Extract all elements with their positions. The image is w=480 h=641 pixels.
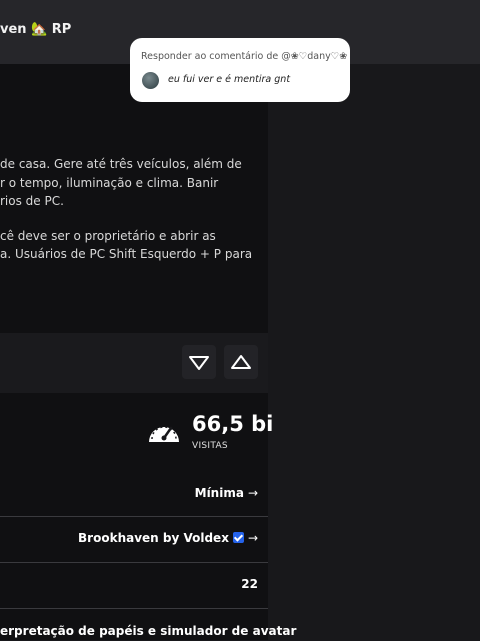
arrow-right-icon: → (247, 486, 258, 500)
visits-label: VISITAS (192, 441, 228, 451)
visits-value: 66,5 bi (192, 412, 274, 436)
maturity-value: Mínima (194, 486, 244, 500)
description-line: rios de PC. (0, 194, 64, 208)
description-line: cê deve ser o proprietário e abrir as (0, 229, 216, 243)
speedometer-icon (149, 426, 179, 442)
genre-value: erpretação de papéis e simulador de avat… (0, 624, 297, 638)
downvote-button[interactable] (182, 345, 216, 379)
side-area (268, 64, 480, 640)
max-players-row: 22 (0, 562, 268, 607)
game-title[interactable]: ven 🏡 RP (0, 22, 71, 37)
verified-badge-icon (232, 532, 244, 543)
upvote-button[interactable] (224, 345, 258, 379)
description-line: de casa. Gere até três veículos, além de (0, 157, 242, 171)
creator-row[interactable]: Brookhaven by Voldex → (0, 516, 268, 561)
visits-stat: 66,5 bi VISITAS (146, 410, 273, 456)
creator-link[interactable]: Brookhaven by Voldex (78, 531, 229, 545)
reply-comment-text: eu fui ver e é mentira gnt (168, 74, 291, 85)
description-line: r o tempo, iluminação e clima. Banir (0, 176, 219, 190)
maturity-row[interactable]: Mínima → (0, 472, 268, 516)
arrow-right-icon: → (247, 531, 258, 545)
maturity-value-wrap: Mínima → (195, 486, 258, 500)
reply-popup-title: Responder ao comentário de @❀♡dany♡❀ (141, 51, 348, 62)
triangle-up-icon (231, 355, 251, 369)
triangle-down-icon (189, 356, 209, 370)
creator-value-wrap: Brookhaven by Voldex → (78, 531, 258, 545)
avatar (142, 72, 159, 89)
description-line: a. Usuários de PC Shift Esquerdo + P par… (0, 247, 253, 261)
max-players-value: 22 (241, 577, 258, 591)
reply-popup[interactable]: Responder ao comentário de @❀♡dany♡❀ eu … (130, 38, 350, 102)
